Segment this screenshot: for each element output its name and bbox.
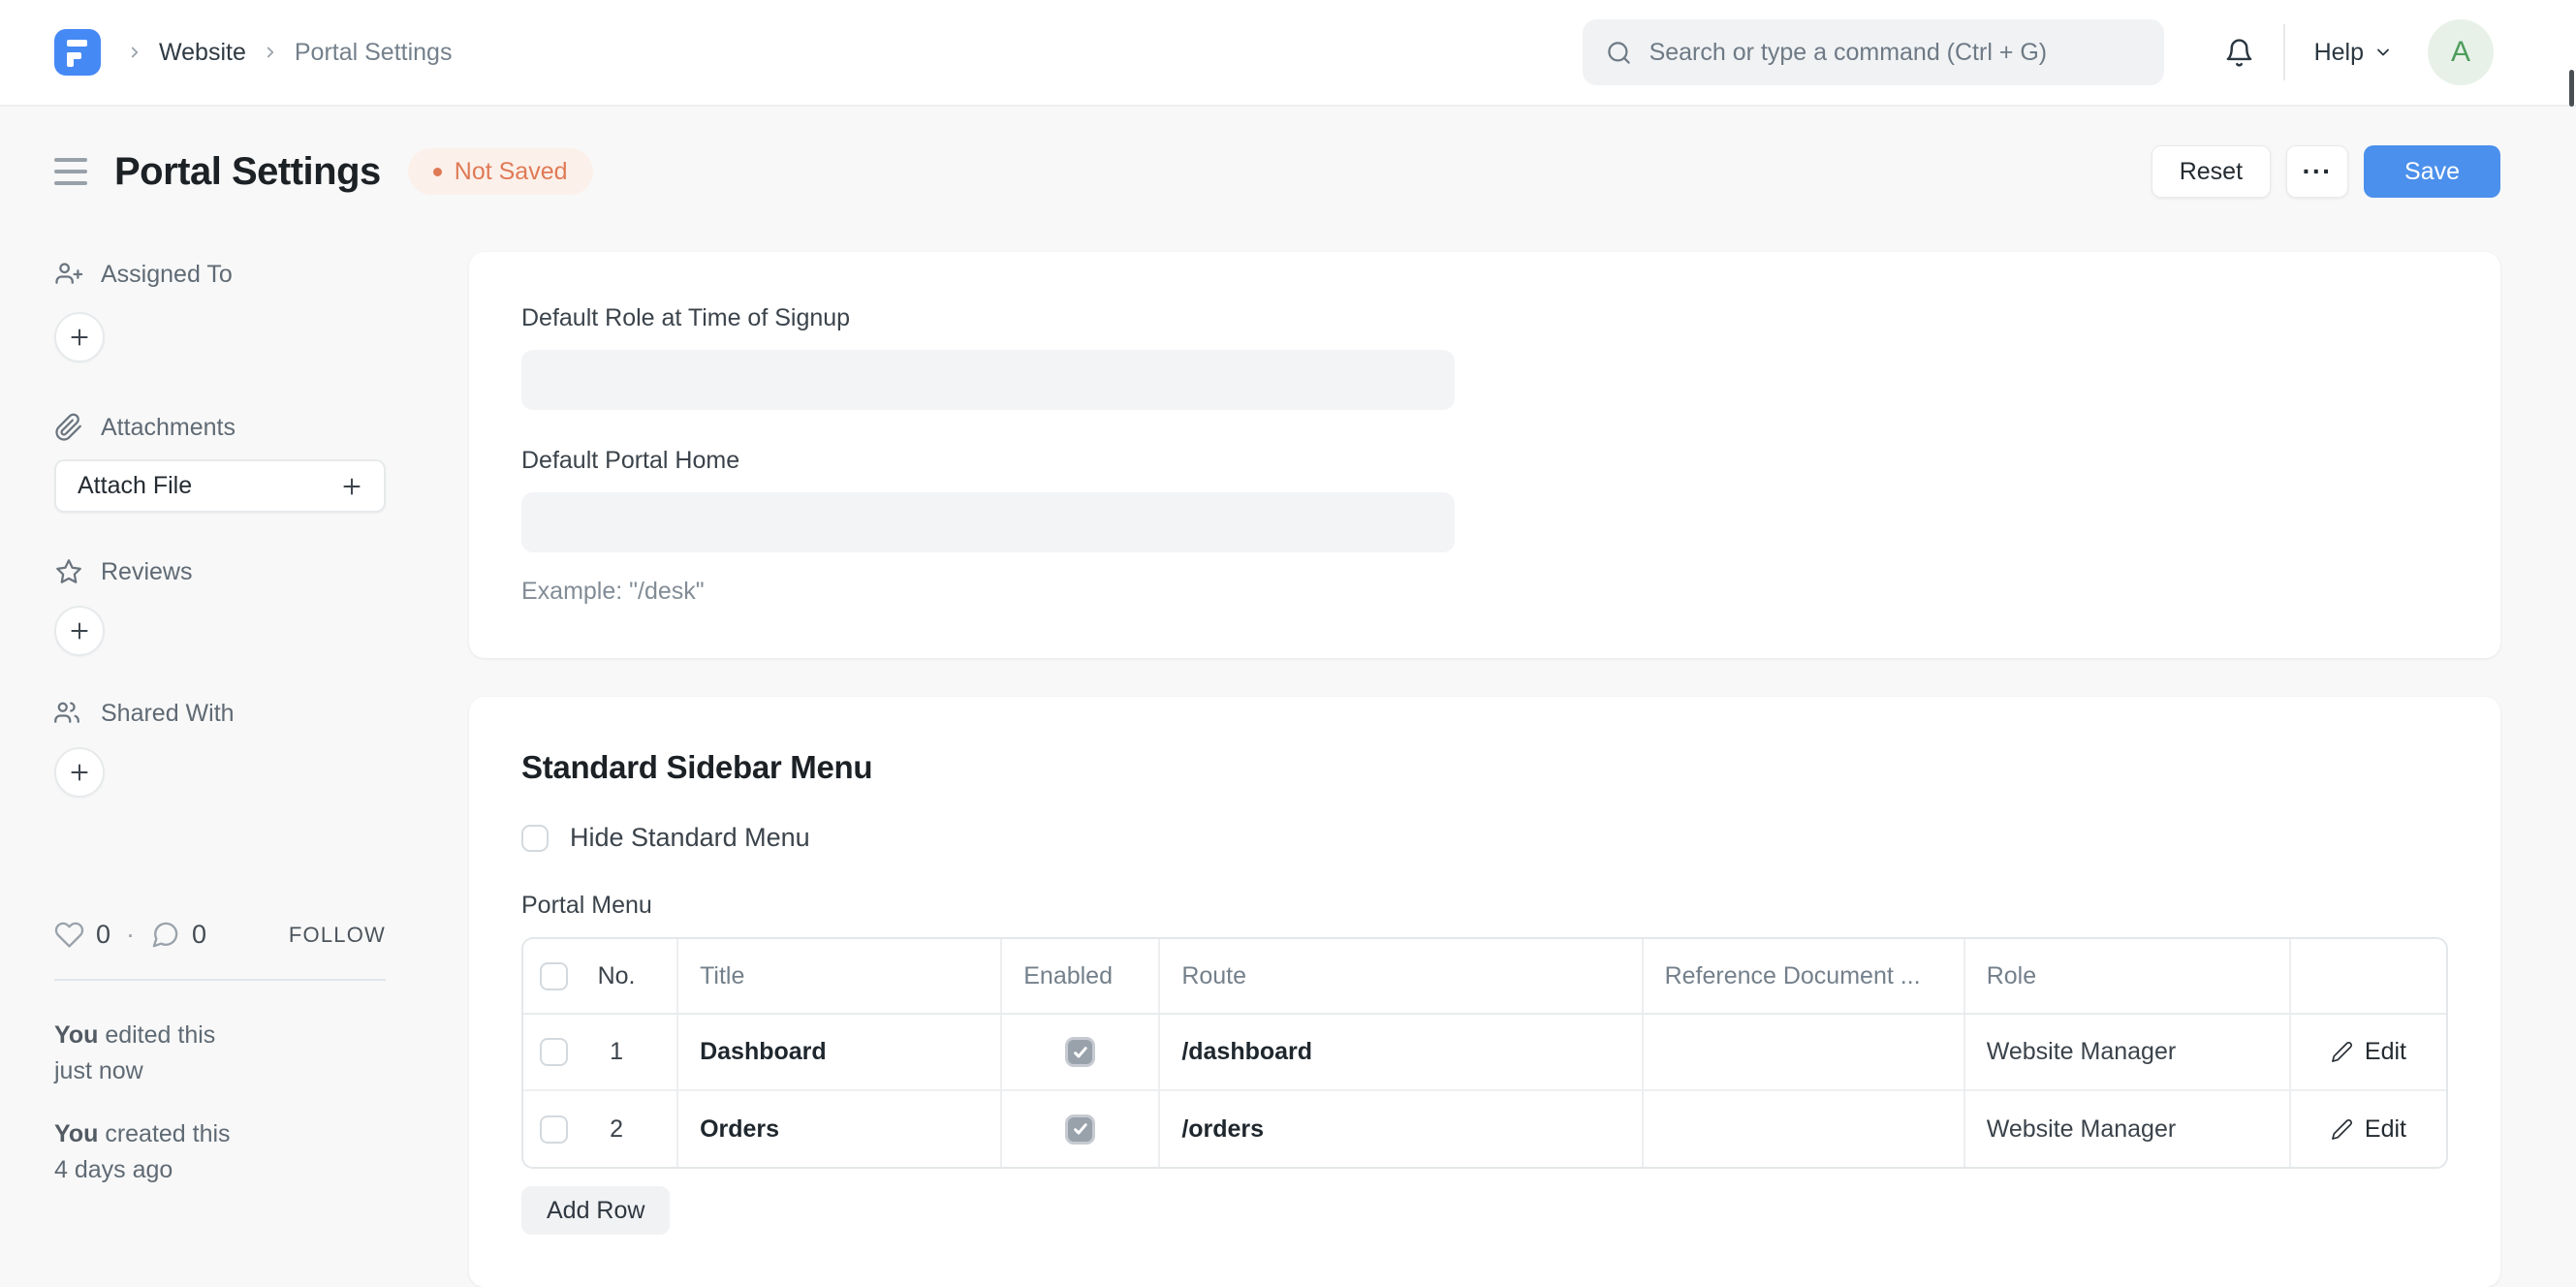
section-heading: Standard Sidebar Menu [521, 749, 873, 785]
portal-menu-grid: No. Title Enabled Route Reference Docume… [521, 937, 2448, 1169]
menu-more-button[interactable]: ··· [2286, 145, 2349, 198]
plus-icon [339, 474, 364, 499]
grid-row[interactable]: 2 Orders /orders Website Manager Edit [523, 1089, 2446, 1167]
grid-row[interactable]: 1 Dashboard /dashboard Website Manager E… [523, 1014, 2446, 1090]
users-icon [54, 699, 83, 728]
default-portal-home-input[interactable] [521, 492, 1455, 552]
breadcrumb-website[interactable]: Website [159, 39, 246, 67]
comments-count: 0 [192, 920, 207, 949]
search-input[interactable] [1649, 38, 2149, 67]
row-index: 1 [610, 1038, 623, 1065]
notifications-bell-icon[interactable] [2224, 38, 2254, 68]
row-index: 2 [610, 1114, 623, 1143]
cell-route[interactable]: /orders [1158, 1089, 1643, 1167]
col-reference-document: Reference Document ... [1641, 939, 1964, 1015]
breadcrumb: Website Portal Settings [126, 39, 452, 67]
cell-role[interactable]: Website Manager [1963, 1089, 2290, 1167]
navbar: Website Portal Settings Help A [0, 0, 2576, 107]
paperclip-icon [54, 413, 83, 442]
reset-button[interactable]: Reset [2151, 145, 2272, 198]
attach-file-button[interactable]: Attach File [54, 459, 386, 513]
add-assignment-button[interactable] [54, 312, 105, 362]
cell-reference-document[interactable] [1641, 1089, 1964, 1167]
col-actions [2288, 939, 2446, 1015]
cell-reference-document[interactable] [1641, 1014, 1964, 1090]
add-row-button[interactable]: Add Row [521, 1186, 671, 1235]
chevron-down-icon [2373, 43, 2393, 62]
help-menu[interactable]: Help [2314, 39, 2393, 67]
add-review-button[interactable] [54, 606, 105, 656]
status-badge: Not Saved [407, 148, 593, 195]
divider [2282, 24, 2285, 80]
row-select-checkbox[interactable] [540, 1038, 568, 1066]
row-select-checkbox[interactable] [540, 1114, 568, 1144]
comment-icon[interactable] [150, 920, 180, 950]
col-no: No. [597, 961, 636, 989]
grid-header-row: No. Title Enabled Route Reference Docume… [523, 939, 2446, 1015]
help-label: Help [2313, 38, 2364, 66]
default-role-label: Default Role at Time of Signup [521, 304, 851, 331]
hide-standard-menu-row: Hide Standard Menu [521, 823, 2448, 853]
scrollbar-thumb[interactable] [2569, 70, 2574, 107]
pencil-icon [2331, 1118, 2352, 1140]
timeline-item: You edited this just now [54, 1018, 384, 1089]
search-icon [1606, 40, 1632, 66]
breadcrumb-current: Portal Settings [294, 38, 453, 66]
standard-sidebar-menu-card: Standard Sidebar Menu Hide Standard Menu… [469, 697, 2500, 1287]
chevron-right-icon [262, 44, 279, 61]
default-role-input[interactable] [521, 350, 1455, 410]
timeline-item: You created this 4 days ago [54, 1116, 384, 1188]
default-portal-home-label: Default Portal Home [521, 447, 740, 474]
timeline-time: just now [54, 1057, 143, 1084]
select-all-checkbox[interactable] [540, 961, 568, 990]
add-share-button[interactable] [54, 747, 105, 798]
navbar-left: Website Portal Settings [54, 29, 452, 76]
col-enabled: Enabled [1000, 939, 1160, 1015]
heart-icon[interactable] [54, 920, 84, 950]
page-title: Portal Settings [114, 149, 381, 193]
cell-title[interactable]: Orders [676, 1089, 1002, 1167]
star-icon [54, 557, 83, 586]
hide-standard-menu-checkbox[interactable] [521, 824, 549, 852]
col-title: Title [676, 939, 1002, 1015]
pencil-icon [2331, 1042, 2352, 1062]
chevron-right-icon [126, 44, 143, 61]
col-route: Route [1158, 939, 1643, 1015]
enabled-checkbox[interactable] [1065, 1037, 1096, 1067]
timeline-time: 4 days ago [54, 1156, 173, 1183]
follow-button[interactable]: FOLLOW [289, 923, 386, 948]
navbar-right: Help A [1582, 19, 2494, 85]
col-role: Role [1963, 939, 2290, 1015]
attachments-section: Attachments [54, 413, 384, 442]
cell-title[interactable]: Dashboard [676, 1014, 1002, 1090]
logo-glyph [67, 40, 87, 47]
cell-route[interactable]: /dashboard [1158, 1014, 1643, 1090]
cell-role[interactable]: Website Manager [1963, 1014, 2290, 1090]
timeline: You edited this just now You created thi… [54, 1018, 384, 1188]
likes-count: 0 [96, 920, 111, 949]
form-sidebar: Assigned To Attachments Attach File Revi… [54, 252, 386, 1188]
global-search[interactable] [1582, 19, 2164, 85]
page-head: Portal Settings Not Saved Reset ··· Save [54, 107, 2500, 198]
sidebar-toggle-icon[interactable] [54, 154, 87, 189]
page-container: Portal Settings Not Saved Reset ··· Save… [0, 107, 2576, 1287]
enabled-checkbox[interactable] [1065, 1114, 1096, 1145]
user-plus-icon [54, 260, 83, 289]
portal-menu-label: Portal Menu [521, 892, 652, 919]
reviews-section: Reviews [54, 557, 384, 586]
edit-row-button[interactable]: Edit [2331, 1038, 2406, 1066]
form-body: Default Role at Time of Signup Default P… [469, 252, 2500, 1287]
shared-with-section: Shared With [54, 699, 384, 728]
social-row: 0 · 0 FOLLOW [54, 920, 386, 950]
assigned-to-section: Assigned To [54, 260, 384, 289]
status-dot-icon [432, 167, 442, 176]
user-avatar[interactable]: A [2428, 19, 2494, 85]
hide-standard-menu-label: Hide Standard Menu [570, 823, 810, 852]
divider [54, 979, 386, 981]
save-button[interactable]: Save [2364, 145, 2500, 198]
settings-card: Default Role at Time of Signup Default P… [469, 252, 2500, 658]
portal-home-example: Example: "/desk" [521, 578, 705, 605]
edit-row-button[interactable]: Edit [2331, 1115, 2406, 1144]
app-logo[interactable] [54, 29, 101, 76]
